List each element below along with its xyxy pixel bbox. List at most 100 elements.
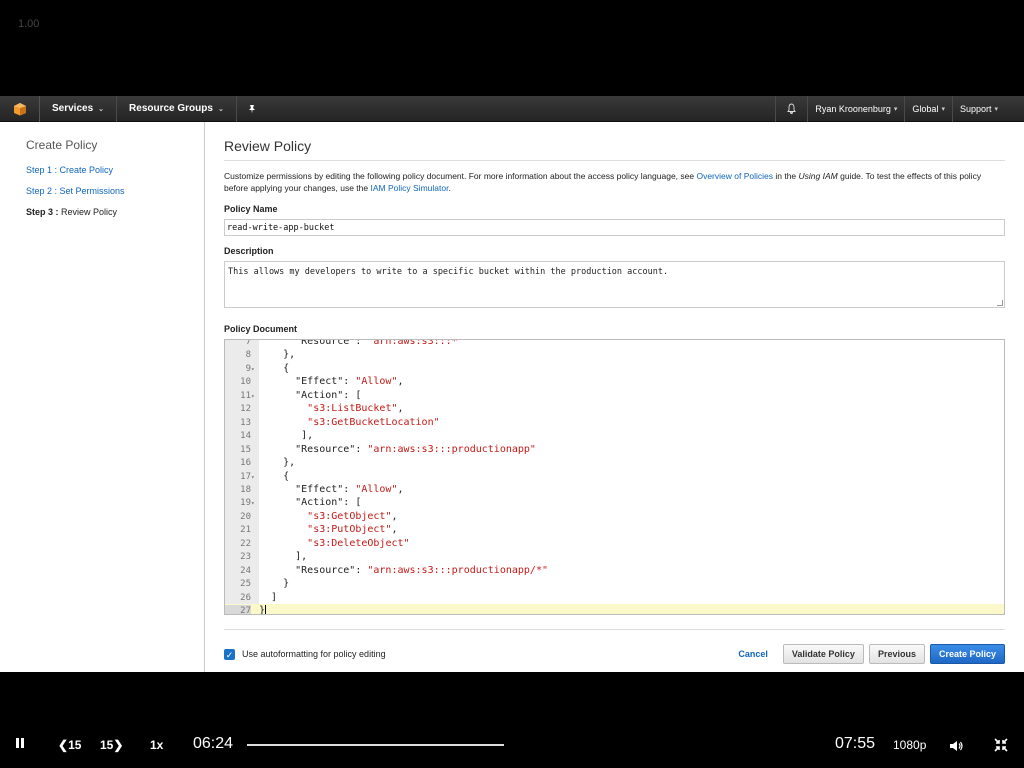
code-line[interactable]: 23 ], <box>225 550 1004 563</box>
line-number: 20 <box>240 511 251 522</box>
forward-15-button[interactable]: 15❯ <box>100 738 123 752</box>
code-line[interactable]: 21 "s3:PutObject", <box>225 523 1004 536</box>
policy-name-label: Policy Name <box>224 204 278 214</box>
volume-icon[interactable] <box>949 739 964 757</box>
code-token: ] <box>259 591 278 603</box>
code-string: "Allow" <box>355 483 398 495</box>
user-name: Ryan Kroonenburg <box>815 103 891 114</box>
progress-track[interactable] <box>247 744 504 746</box>
services-menu[interactable]: Services ⌄ <box>40 95 118 122</box>
code-line[interactable]: 11▾ "Action": [ <box>225 389 1004 402</box>
fold-arrow-icon[interactable]: ▾ <box>251 390 259 403</box>
code-line[interactable]: 16 }, <box>225 456 1004 469</box>
code-text: }, <box>259 349 295 360</box>
code-line[interactable]: 9▾ { <box>225 362 1004 375</box>
fold-arrow-icon[interactable]: ▾ <box>251 363 259 376</box>
policy-name-input[interactable]: read-write-app-bucket <box>224 219 1005 236</box>
code-line[interactable]: 24 "Resource": "arn:aws:s3:::productiona… <box>225 564 1004 577</box>
code-string: "s3:GetBucketLocation" <box>307 416 440 428</box>
code-line[interactable]: 14 ], <box>225 429 1004 442</box>
pause-icon[interactable] <box>16 738 24 748</box>
code-line[interactable]: 19▾ "Action": [ <box>225 496 1004 509</box>
support-menu[interactable]: Support ▾ <box>951 95 1024 122</box>
user-menu[interactable]: Ryan Kroonenburg ▾ <box>807 95 904 122</box>
code-token: "Resource": <box>259 339 368 347</box>
create-policy-button[interactable]: Create Policy <box>929 644 1005 664</box>
line-number: 13 <box>240 417 251 428</box>
code-line[interactable]: 13 "s3:GetBucketLocation" <box>225 416 1004 429</box>
code-line[interactable]: 22 "s3:DeleteObject" <box>225 537 1004 550</box>
aws-logo[interactable] <box>0 95 40 122</box>
description-textarea[interactable]: This allows my developers to write to a … <box>224 261 1005 308</box>
line-number: 23 <box>240 552 251 563</box>
line-number: 24 <box>240 565 251 576</box>
code-text: "Action": [ <box>259 390 361 401</box>
cancel-link[interactable]: Cancel <box>738 649 768 659</box>
code-line[interactable]: 10 "Effect": "Allow", <box>225 375 1004 388</box>
support-label: Support <box>959 103 992 114</box>
code-token: }, <box>259 457 296 469</box>
code-text: "Action": [ <box>259 497 361 508</box>
chevron-left-icon: ❮ <box>58 738 69 752</box>
code-line[interactable]: 17▾ { <box>225 470 1004 483</box>
code-text: { <box>259 471 289 482</box>
step-prefix: Step 3 : <box>26 207 62 217</box>
region-menu[interactable]: Global ▾ <box>904 95 952 122</box>
code-line[interactable]: 27} <box>225 604 1004 614</box>
rewind-15-button[interactable]: ❮15 <box>58 738 81 752</box>
fold-arrow-icon[interactable]: ▾ <box>251 471 259 484</box>
video-player-controls: ❮15 15❯ 1x 06:24 07:55 1080p <box>0 722 1024 768</box>
code-line[interactable]: 18 "Effect": "Allow", <box>225 483 1004 496</box>
line-number: 11 <box>240 390 251 401</box>
resize-grip-icon[interactable] <box>997 300 1003 306</box>
wizard-sidebar: Create Policy Step 1 : Create Policy Ste… <box>0 122 205 672</box>
code-text: "s3:GetObject", <box>259 511 397 522</box>
code-line[interactable]: 25 } <box>225 577 1004 590</box>
bell-icon[interactable] <box>775 95 807 122</box>
line-number: 15 <box>240 444 251 455</box>
step-2-link[interactable]: Step 2 : Set Permissions <box>26 186 204 196</box>
code-text: ], <box>259 430 313 441</box>
line-number: 8 <box>245 350 251 361</box>
code-line[interactable]: 12 "s3:ListBucket", <box>225 402 1004 415</box>
caret-down-icon: ▾ <box>994 105 998 113</box>
line-number: 17 <box>240 471 251 482</box>
policy-document-editor[interactable]: 7 "Resource": "arn:aws:s3:::*" 8 }, 9▾ {10… <box>224 339 1005 615</box>
exit-fullscreen-icon[interactable] <box>994 738 1008 757</box>
line-number: 21 <box>240 525 251 536</box>
code-text: "Resource": "arn:aws:s3:::*" <box>259 339 464 347</box>
previous-button[interactable]: Previous <box>868 644 925 664</box>
code-line[interactable]: 15 "Resource": "arn:aws:s3:::productiona… <box>225 443 1004 456</box>
code-token: "Action": [ <box>259 497 362 509</box>
pin-icon[interactable] <box>237 96 267 122</box>
intro-part: in the <box>773 171 799 181</box>
code-text: "s3:ListBucket", <box>259 403 403 414</box>
remaining-time: 07:55 <box>835 735 876 752</box>
services-label: Services <box>52 103 94 114</box>
iam-console: Create Policy Step 1 : Create Policy Ste… <box>0 122 1024 672</box>
code-token: { <box>259 362 290 374</box>
code-line[interactable]: 7 "Resource": "arn:aws:s3:::*" <box>225 339 1004 348</box>
validate-policy-button[interactable]: Validate Policy <box>782 644 864 664</box>
review-policy-panel: Review Policy Customize permissions by e… <box>224 122 1005 664</box>
playback-speed-indicator: 1.00 <box>18 18 40 30</box>
code-token: { <box>259 470 290 482</box>
quality-button[interactable]: 1080p <box>893 738 926 752</box>
playback-speed-button[interactable]: 1x <box>150 738 163 752</box>
step-prefix: Step 2 : <box>26 186 60 196</box>
iam-policy-simulator-link[interactable]: IAM Policy Simulator <box>371 183 449 193</box>
resource-groups-menu[interactable]: Resource Groups ⌄ <box>117 95 237 122</box>
code-line[interactable]: 20 "s3:GetObject", <box>225 510 1004 523</box>
fold-arrow-icon[interactable]: ▾ <box>251 497 259 510</box>
chevron-down-icon: ⌄ <box>217 105 224 113</box>
code-line[interactable]: 26 ] <box>225 591 1004 604</box>
overview-of-policies-link[interactable]: Overview of Policies <box>696 171 773 181</box>
step-1-link[interactable]: Step 1 : Create Policy <box>26 165 204 175</box>
code-line[interactable]: 8 }, <box>225 348 1004 361</box>
code-token: "Effect": <box>259 376 356 388</box>
text-cursor <box>265 604 267 614</box>
autoformat-checkbox[interactable]: ✓ <box>224 648 235 660</box>
code-text: "s3:GetBucketLocation" <box>259 416 440 428</box>
code-token: "Resource": <box>259 443 368 455</box>
